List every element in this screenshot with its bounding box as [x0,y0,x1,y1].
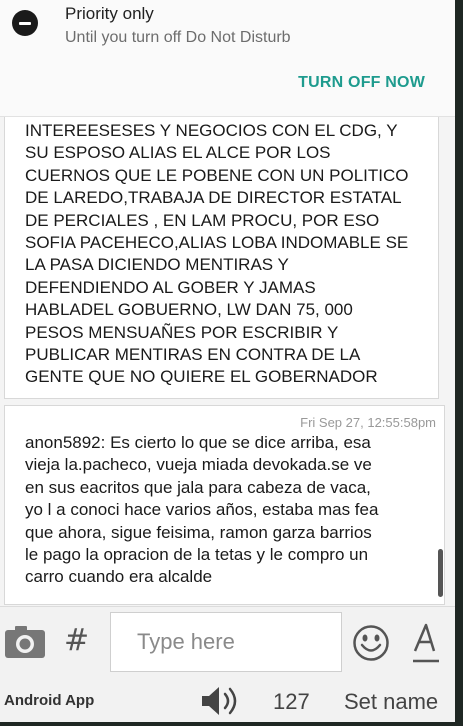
chat-message: Fri Sep 27, 12:55:58pm anon5892: Es cier… [4,405,445,605]
chat-messages[interactable]: INTEREESESES Y NEGOCIOS CON EL CDG, Y SU… [0,117,455,606]
font-format-icon[interactable] [413,621,439,665]
message-input[interactable] [111,613,341,671]
do-not-disturb-icon [12,10,38,36]
turn-off-now-button[interactable]: TURN OFF NOW [298,74,425,92]
chat-message: INTEREESESES Y NEGOCIOS CON EL CDG, Y SU… [4,117,439,399]
user-count: 127 [273,689,310,714]
notification-subtitle: Until you turn off Do Not Disturb [65,29,291,46]
dnd-notification: Priority only Until you turn off Do Not … [0,0,455,117]
camera-icon[interactable] [5,626,45,658]
notification-title: Priority only [65,4,154,23]
message-text: INTEREESESES Y NEGOCIOS CON EL CDG, Y SU… [25,121,409,387]
hash-button[interactable]: # [64,623,89,658]
set-name-button[interactable]: Set name [344,689,438,715]
scrollbar-thumb[interactable] [438,549,443,597]
message-timestamp: Fri Sep 27, 12:55:58pm [300,415,436,430]
message-text: anon5892: Es cierto lo que se dice arrib… [25,433,379,587]
app-label: Android App [4,692,95,709]
app-frame: Priority only Until you turn off Do Not … [0,0,455,722]
speaker-icon[interactable] [200,685,242,717]
message-field [110,612,342,672]
app-status-bar: Android App 127 Set name [0,678,455,722]
message-input-bar: # [0,606,455,679]
smiley-icon[interactable] [352,624,390,662]
